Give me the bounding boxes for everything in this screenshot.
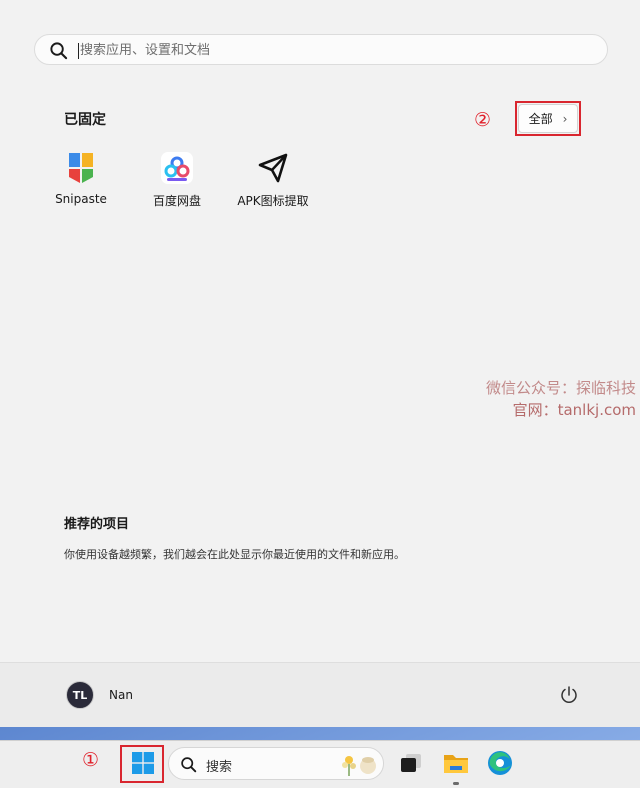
pinned-app-label: 百度网盘 bbox=[152, 194, 201, 208]
task-view-icon[interactable] bbox=[397, 749, 425, 777]
apk-icon-extract-icon bbox=[258, 153, 288, 183]
pinned-app-snipaste[interactable]: Snipaste bbox=[36, 152, 126, 206]
recommended-empty-text: 你使用设备越频繁，我们越会在此处显示你最近使用的文件和新应用。 bbox=[64, 548, 405, 561]
running-indicator bbox=[453, 782, 459, 785]
pinned-app-apk-icon-extract[interactable]: APK图标提取 bbox=[228, 152, 318, 209]
start-search-box[interactable] bbox=[34, 34, 608, 65]
all-apps-button[interactable]: 全部 › bbox=[518, 104, 578, 133]
chevron-right-icon: › bbox=[562, 111, 568, 126]
user-name[interactable]: Nan bbox=[109, 688, 133, 702]
pinned-section-title: 已固定 bbox=[64, 112, 106, 128]
text-caret bbox=[78, 43, 79, 59]
annotation-marker-2: ② bbox=[474, 109, 492, 131]
start-menu: 已固定 ② 全部 › Snipaste 百度网盘 APK图标提取 bbox=[0, 0, 640, 727]
all-apps-label: 全部 bbox=[528, 112, 553, 126]
pinned-app-label: Snipaste bbox=[55, 192, 107, 206]
pinned-app-baidu-netdisk[interactable]: 百度网盘 bbox=[132, 152, 222, 209]
search-highlight-illustration-icon bbox=[342, 756, 376, 776]
power-icon[interactable] bbox=[559, 685, 579, 705]
pinned-app-label: APK图标提取 bbox=[237, 194, 309, 208]
watermark: 微信公众号：探临科技 官网：tanlkj.com bbox=[486, 377, 636, 421]
taskbar-search-box[interactable]: 搜索 bbox=[168, 747, 384, 780]
watermark-line: 微信公众号：探临科技 bbox=[485, 379, 636, 397]
taskbar: ① 搜索 bbox=[0, 740, 640, 788]
baidu-netdisk-icon bbox=[161, 152, 193, 184]
search-icon bbox=[181, 757, 197, 773]
annotation-marker-1: ① bbox=[82, 749, 100, 771]
user-avatar[interactable]: TL bbox=[66, 681, 94, 709]
recommended-section-title: 推荐的项目 bbox=[64, 517, 130, 532]
user-bar: TL Nan bbox=[0, 662, 640, 727]
edge-icon[interactable] bbox=[486, 749, 514, 777]
search-input[interactable] bbox=[80, 39, 580, 61]
windows-start-icon[interactable] bbox=[132, 752, 154, 774]
search-icon bbox=[50, 42, 68, 60]
snipaste-icon bbox=[69, 153, 93, 183]
watermark-line: 官网：tanlkj.com bbox=[512, 401, 636, 419]
file-explorer-icon[interactable] bbox=[442, 749, 470, 777]
taskbar-search-label: 搜索 bbox=[206, 760, 233, 775]
